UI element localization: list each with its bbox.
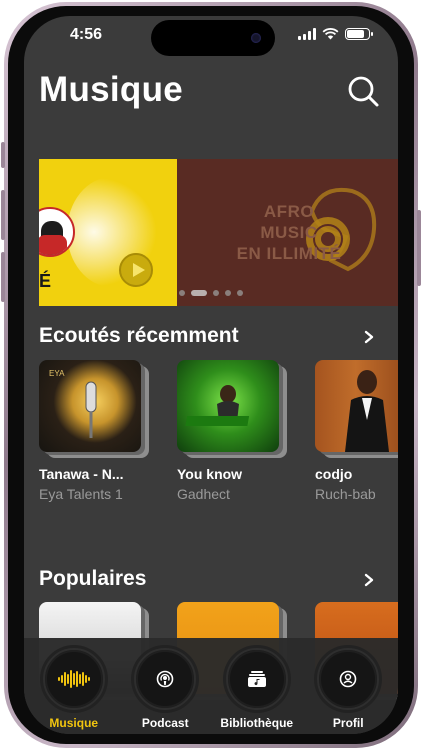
track-artist: Ruch-bab — [315, 486, 376, 502]
tab-label: Profil — [332, 716, 364, 730]
featured-carousel[interactable]: É AFRO MUSIC EN ILLIMITÉ — [39, 159, 398, 306]
album-cover — [177, 360, 279, 452]
tab-button[interactable] — [42, 648, 105, 710]
tab-bibliotheque[interactable]: Bibliothèque — [212, 638, 302, 734]
pagination-dot[interactable] — [225, 290, 231, 296]
tab-podcast[interactable]: Podcast — [120, 638, 210, 734]
track-artist: Eya Talents 1 — [39, 486, 123, 502]
profile-icon — [339, 670, 357, 688]
dynamic-island — [151, 20, 275, 56]
battery-icon — [345, 28, 373, 40]
status-time: 4:56 — [70, 26, 103, 43]
svg-text:EYA: EYA — [49, 369, 65, 378]
pagination-dot[interactable] — [213, 290, 219, 296]
chevron-right-icon[interactable] — [362, 573, 376, 587]
tab-button[interactable] — [317, 648, 380, 710]
album-cover: EYA — [39, 360, 141, 452]
pagination-dot[interactable] — [237, 290, 243, 296]
track-artist: Gadhect — [177, 486, 230, 502]
volume-down-button — [1, 252, 5, 302]
recent-card[interactable]: EYA Tanawa - N... Eya Talents 1 — [39, 360, 149, 502]
banner-headline: AFRO MUSIC EN ILLIMITÉ — [219, 201, 359, 264]
signal-icon — [298, 28, 316, 40]
tab-profil[interactable]: Profil — [303, 638, 393, 734]
volume-up-button — [1, 190, 5, 240]
slide-partial-text: É — [39, 271, 52, 291]
section-title-popular: Populaires — [39, 567, 147, 590]
tab-button[interactable] — [225, 648, 288, 710]
carousel-slide-current[interactable]: AFRO MUSIC EN ILLIMITÉ — [177, 159, 398, 306]
podcast-icon — [156, 670, 174, 688]
tab-bar: Musique Podcast Bibliothèque Profil — [24, 638, 398, 734]
banner-line-2: MUSIC — [260, 223, 318, 242]
app-screen: 4:56 Musique É AFRO MUSIC EN ILLIMITÉ Ec… — [24, 16, 398, 734]
library-icon — [247, 671, 266, 687]
status-icons — [298, 28, 373, 40]
track-title: codjo — [315, 466, 353, 482]
search-icon[interactable] — [346, 74, 380, 108]
section-title-recent: Ecoutés récemment — [39, 324, 239, 347]
track-title: Tanawa - N... — [39, 466, 124, 482]
tab-button[interactable] — [134, 648, 197, 710]
pagination-dot-active[interactable] — [191, 290, 207, 296]
camera-icon — [251, 33, 261, 43]
album-cover — [315, 360, 398, 452]
play-icon[interactable] — [119, 253, 153, 287]
carousel-pagination[interactable] — [179, 290, 243, 296]
tab-label: Bibliothèque — [220, 716, 294, 730]
pagination-dot[interactable] — [179, 290, 185, 296]
track-title: You know — [177, 466, 243, 482]
carousel-slide-previous[interactable]: É — [39, 159, 177, 306]
mute-switch — [1, 142, 5, 168]
wifi-icon — [322, 28, 339, 40]
recent-card[interactable]: codjo Ruch-bab — [315, 360, 398, 502]
chevron-right-icon[interactable] — [362, 330, 376, 344]
recent-list: EYA Tanawa - N... Eya Talents 1 You know… — [39, 360, 398, 502]
power-button — [417, 210, 421, 286]
tab-label: Podcast — [141, 716, 189, 730]
banner-line-3: EN ILLIMITÉ — [236, 244, 342, 263]
banner-line-1: AFRO — [263, 202, 315, 221]
recent-card[interactable]: You know Gadhect — [177, 360, 287, 502]
tab-musique[interactable]: Musique — [29, 638, 119, 734]
waveform-icon — [57, 670, 90, 688]
tab-label: Musique — [49, 716, 99, 730]
page-title: Musique — [39, 70, 184, 109]
